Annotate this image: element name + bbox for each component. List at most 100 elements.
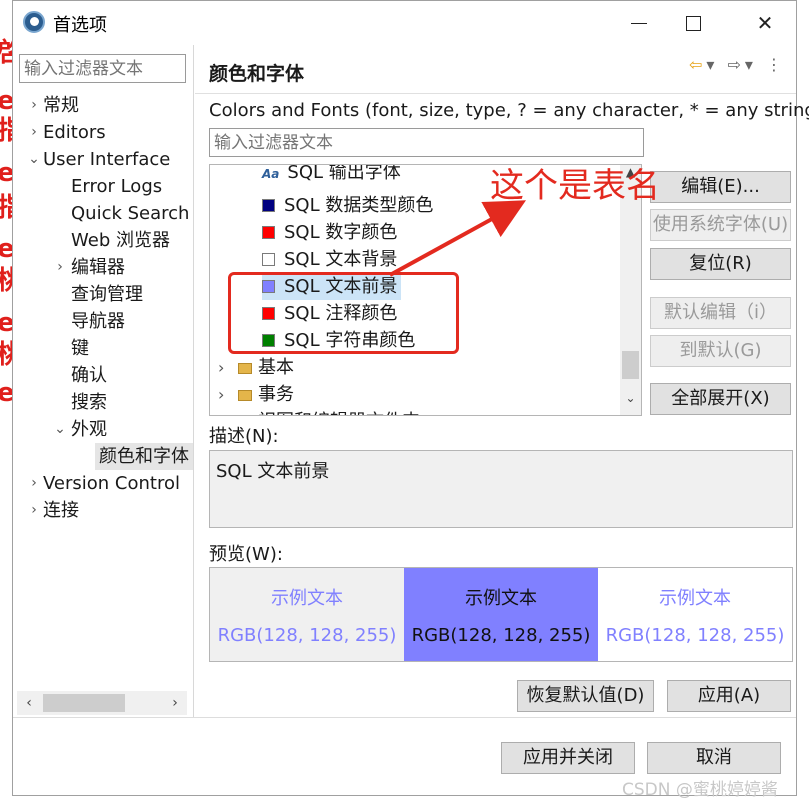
tree-item[interactable]: 常规 [43, 92, 79, 119]
color-font-item[interactable]: Aa SQL 输出字体 [262, 165, 401, 186]
tree-item[interactable]: User Interface [43, 146, 170, 173]
color-font-label: 事务 [258, 384, 294, 405]
close-icon: ✕ [756, 11, 774, 35]
back-arrow-icon[interactable]: ⇦ [689, 55, 706, 74]
preview-sample-white: 示例文本 RGB(128, 128, 255) [598, 568, 792, 661]
goto-default-button[interactable]: 到默认(G) [650, 335, 791, 367]
scroll-left-icon[interactable]: ‹ [17, 691, 41, 715]
page-title: 颜色和字体 [209, 63, 305, 85]
apply-button[interactable]: 应用(A) [667, 680, 791, 712]
color-font-label: SQL 数据类型颜色 [284, 195, 434, 216]
color-font-item[interactable]: SQL 文本背景 [262, 246, 397, 273]
expand-chevron-icon[interactable]: › [218, 354, 224, 381]
tree-item[interactable]: Error Logs [71, 173, 162, 200]
minimize-button[interactable] [616, 7, 662, 39]
preferences-dialog: 首选项 ✕ ›常规›Editors⌄User InterfaceError Lo… [12, 0, 809, 796]
watermark: CSDN @蜜桃婷婷酱 [622, 780, 778, 800]
background-window-strip: 啓 e 指 e 指 e 桃 e 桃 e [0, 0, 12, 806]
expand-chevron-icon[interactable]: ⌄ [27, 151, 41, 168]
annotation-text: 这个是表名 [490, 166, 660, 206]
color-font-item[interactable]: › 视图和编辑器文件夹 [218, 408, 420, 415]
edit-button[interactable]: 编辑(E)... [650, 171, 791, 203]
preview-sample-text: 示例文本 [465, 587, 537, 609]
annotation-highlight-box [228, 272, 459, 354]
cancel-button[interactable]: 取消 [647, 742, 781, 774]
use-system-font-button[interactable]: 使用系统字体(U) [650, 209, 791, 241]
folder-icon [238, 363, 252, 374]
tree-item[interactable]: 查询管理 [71, 281, 143, 308]
color-font-label: 视图和编辑器文件夹 [258, 411, 420, 415]
title-separator [195, 93, 796, 94]
tree-item[interactable]: 确认 [71, 362, 107, 389]
tree-item[interactable]: 颜色和字体 [95, 443, 193, 470]
expand-chevron-icon[interactable]: ⌄ [53, 421, 67, 438]
preview-label: 预览(W): [209, 544, 283, 565]
expand-chevron-icon[interactable]: › [27, 475, 41, 492]
scroll-down-icon[interactable]: ⌄ [620, 391, 641, 411]
apply-and-close-button[interactable]: 应用并关闭 [501, 742, 635, 774]
expand-chevron-icon[interactable]: › [218, 381, 224, 408]
footer-separator [13, 717, 796, 718]
scroll-thumb[interactable] [43, 694, 125, 712]
title-bar: 首选项 ✕ [13, 1, 796, 45]
forward-menu-icon[interactable]: ▾ [745, 55, 757, 74]
minimize-icon [631, 22, 647, 24]
scroll-thumb[interactable] [622, 351, 639, 379]
maximize-icon [685, 15, 701, 31]
maximize-button[interactable] [670, 7, 716, 39]
tree-item[interactable]: Editors [43, 119, 106, 146]
window-title: 首选项 [53, 15, 107, 36]
restore-defaults-button[interactable]: 恢复默认值(D) [517, 680, 654, 712]
expand-chevron-icon[interactable]: › [53, 259, 67, 276]
more-options-icon[interactable]: ⋮ [766, 55, 786, 74]
font-icon: Aa [262, 167, 280, 181]
tree-item[interactable]: Version Control [43, 470, 180, 497]
expand-chevron-icon[interactable]: › [27, 502, 41, 519]
tree-filter-input[interactable] [19, 54, 186, 83]
tree-item[interactable]: 导航器 [71, 308, 125, 335]
preview-rgb-text: RGB(128, 128, 255) [217, 624, 397, 646]
preview-rgb-text: RGB(128, 128, 255) [605, 624, 785, 646]
preferences-tree-pane: ›常规›Editors⌄User InterfaceError LogsQuic… [13, 45, 194, 717]
color-font-item[interactable]: SQL 数据类型颜色 [262, 192, 433, 219]
tree-item[interactable]: 连接 [43, 497, 79, 524]
tree-item[interactable]: 搜索 [71, 389, 107, 416]
color-font-item[interactable]: SQL 数字颜色 [262, 219, 397, 246]
preview-sample-light: 示例文本 RGB(128, 128, 255) [210, 568, 404, 661]
color-font-label: 基本 [258, 357, 294, 378]
color-swatch-icon [262, 253, 275, 266]
preview-panel: 示例文本 RGB(128, 128, 255) 示例文本 RGB(128, 12… [209, 567, 793, 662]
preview-rgb-text: RGB(128, 128, 255) [411, 624, 591, 646]
colors-filter-input[interactable] [209, 128, 644, 157]
tree-item[interactable]: 键 [71, 335, 89, 362]
forward-arrow-icon[interactable]: ⇨ [727, 55, 744, 74]
horizontal-scrollbar[interactable]: ‹ › [17, 691, 187, 715]
tree-item[interactable]: 编辑器 [71, 254, 125, 281]
color-swatch-icon [262, 199, 275, 212]
description-label: 描述(N): [209, 426, 279, 447]
expand-chevron-icon[interactable]: › [27, 97, 41, 114]
color-font-label: SQL 文本背景 [284, 249, 398, 270]
color-font-item[interactable]: › 基本 [218, 354, 294, 381]
colors-and-fonts-page: 颜色和字体 ⇦▾ ⇨▾ ⋮ Colors and Fonts (font, si… [195, 45, 809, 717]
tree-item[interactable]: 外观 [71, 416, 107, 443]
tree-item[interactable]: Web 浏览器 [71, 227, 170, 254]
close-button[interactable]: ✕ [742, 7, 788, 39]
page-description: Colors and Fonts (font, size, type, ? = … [209, 100, 809, 121]
color-swatch-icon [262, 226, 275, 239]
color-font-item[interactable]: › 事务 [218, 381, 294, 408]
tree-item[interactable]: Quick Search [71, 200, 189, 227]
color-font-label: SQL 数字颜色 [284, 222, 398, 243]
scroll-right-icon[interactable]: › [163, 691, 187, 715]
back-menu-icon[interactable]: ▾ [706, 55, 718, 74]
expand-chevron-icon[interactable]: › [27, 124, 41, 141]
expand-all-button[interactable]: 全部展开(X) [650, 383, 791, 415]
edit-default-button[interactable]: 默认编辑（i） [650, 297, 791, 329]
preview-sample-text: 示例文本 [659, 587, 731, 609]
reset-button[interactable]: 复位(R) [650, 248, 791, 280]
description-box: SQL 文本前景 [209, 450, 793, 528]
expand-chevron-icon[interactable]: › [218, 408, 224, 415]
app-icon [23, 11, 45, 33]
folder-icon [238, 390, 252, 401]
preview-sample-filled: 示例文本 RGB(128, 128, 255) [404, 568, 598, 661]
